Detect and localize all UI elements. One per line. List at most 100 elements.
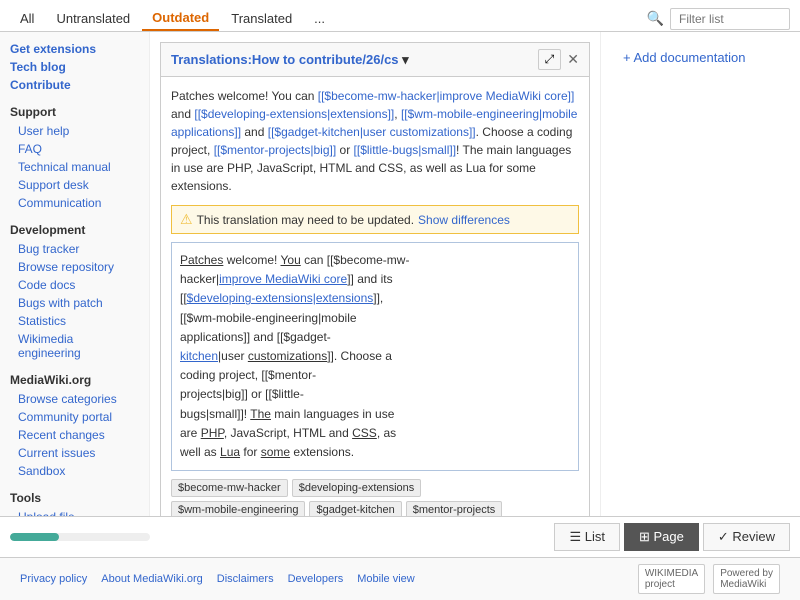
update-notice-text: This translation may need to be updated. — [197, 213, 414, 227]
app-layout: All Untranslated Outdated Translated ...… — [0, 0, 800, 600]
sidebar-title-mediawiki: MediaWiki.org — [0, 370, 149, 390]
modal-title: Translations:How to contribute/26/cs ▾ — [171, 52, 409, 68]
page-view-tab[interactable]: ⊞ Page — [624, 523, 699, 551]
sidebar-item-faq[interactable]: FAQ — [0, 140, 149, 158]
link-little-bugs[interactable]: [[$little-bugs|small]] — [354, 143, 457, 157]
sidebar-section-top: Get extensions Tech blog Contribute — [0, 40, 149, 94]
sidebar-item-recent-changes[interactable]: Recent changes — [0, 426, 149, 444]
footer-logos: WIKIMEDIAproject Powered byMediaWiki — [638, 564, 780, 594]
improve-link[interactable]: improve MediaWiki core — [219, 272, 347, 286]
footer: Privacy policy About MediaWiki.org Discl… — [0, 557, 800, 600]
show-differences-link[interactable]: Show differences — [418, 213, 510, 227]
bottom-bar: ☰ List ⊞ Page ✓ Review — [0, 516, 800, 557]
tab-more[interactable]: ... — [304, 7, 335, 30]
php-word: PHP — [201, 426, 224, 440]
lua-word: Lua — [220, 445, 240, 459]
sidebar-item-tech-blog[interactable]: Tech blog — [0, 58, 149, 76]
sidebar-section-mediawiki: MediaWiki.org Browse categories Communit… — [0, 370, 149, 480]
sidebar-item-technical-manual[interactable]: Technical manual — [0, 158, 149, 176]
and-word3: and — [329, 426, 349, 440]
sidebar-item-current-issues[interactable]: Current issues — [0, 444, 149, 462]
sidebar-item-user-help[interactable]: User help — [0, 122, 149, 140]
link-mentor-projects[interactable]: [[$mentor-projects|big]] — [214, 143, 337, 157]
tags-row-1: $become-mw-hacker $developing-extensions — [171, 479, 579, 497]
tab-outdated[interactable]: Outdated — [142, 6, 219, 31]
sidebar-item-bugs-with-patch[interactable]: Bugs with patch — [0, 294, 149, 312]
modal-title-link[interactable]: Translations:How to contribute/26/cs — [171, 52, 399, 67]
sidebar-item-get-extensions[interactable]: Get extensions — [0, 40, 149, 58]
right-panel: + Add documentation — [600, 32, 800, 516]
tag-mentor-projects[interactable]: $mentor-projects — [406, 501, 503, 516]
list-view-tab[interactable]: ☰ List — [554, 523, 620, 551]
link-gadget-kitchen[interactable]: [[$gadget-kitchen|user customizations]] — [268, 125, 476, 139]
search-icon[interactable]: 🔍 — [647, 10, 664, 27]
footer-privacy-policy[interactable]: Privacy policy — [20, 573, 87, 585]
some-word: some — [261, 445, 290, 459]
sidebar-item-bug-tracker[interactable]: Bug tracker — [0, 240, 149, 258]
footer-disclaimers[interactable]: Disclaimers — [217, 573, 274, 585]
sidebar-section-development: Development Bug tracker Browse repositor… — [0, 220, 149, 362]
sidebar-item-communication[interactable]: Communication — [0, 194, 149, 212]
link-developing-extensions[interactable]: [[$developing-extensions|extensions]] — [194, 107, 394, 121]
translation-modal: Translations:How to contribute/26/cs ▾ ⤢… — [160, 42, 590, 516]
modal-body: Patches welcome! You can [[$become-mw-ha… — [161, 77, 589, 516]
tab-all[interactable]: All — [10, 7, 44, 30]
tag-gadget-kitchen[interactable]: $gadget-kitchen — [309, 501, 401, 516]
sidebar-title-support: Support — [0, 102, 149, 122]
source-text: Patches welcome! You can [[$become-mw-ha… — [171, 87, 579, 195]
css-word: CSS — [352, 426, 377, 440]
update-notice: ⚠ This translation may need to be update… — [171, 205, 579, 234]
footer-developers[interactable]: Developers — [288, 573, 344, 585]
sidebar-item-support-desk[interactable]: Support desk — [0, 176, 149, 194]
modal-controls: ⤢ ✕ — [538, 49, 579, 70]
the-word: The — [250, 407, 271, 421]
modal-expand-button[interactable]: ⤢ — [538, 49, 562, 70]
customizations-word: customizations — [248, 349, 327, 363]
sidebar-item-code-docs[interactable]: Code docs — [0, 276, 149, 294]
tag-become-mw-hacker[interactable]: $become-mw-hacker — [171, 479, 288, 497]
sidebar-item-statistics[interactable]: Statistics — [0, 312, 149, 330]
footer-mobile-view[interactable]: Mobile view — [357, 573, 414, 585]
sidebar-title-development: Development — [0, 220, 149, 240]
kitchen-link[interactable]: kitchen — [180, 349, 218, 363]
footer-about[interactable]: About MediaWiki.org — [101, 573, 203, 585]
sidebar-item-wikimedia-engineering[interactable]: Wikimedia engineering — [0, 330, 149, 362]
progress-fill — [10, 533, 59, 541]
mediawiki-logo: Powered byMediaWiki — [713, 564, 780, 594]
sidebar-item-browse-repository[interactable]: Browse repository — [0, 258, 149, 276]
sidebar-section-support: Support User help FAQ Technical manual S… — [0, 102, 149, 212]
link-become-mw-hacker[interactable]: [[$become-mw-hacker|improve MediaWiki co… — [318, 89, 575, 103]
filter-area: 🔍 — [647, 8, 790, 30]
tags-row-2: $wm-mobile-engineering $gadget-kitchen $… — [171, 501, 579, 516]
wikimedia-logo: WIKIMEDIAproject — [638, 564, 705, 594]
sidebar-item-upload-file[interactable]: Upload file — [0, 508, 149, 516]
filter-input[interactable] — [670, 8, 790, 30]
modal-title-arrow: ▾ — [402, 52, 409, 67]
tab-translated[interactable]: Translated — [221, 7, 302, 30]
sidebar-item-browse-categories[interactable]: Browse categories — [0, 390, 149, 408]
add-documentation-area: + Add documentation — [611, 42, 790, 73]
translation-box[interactable]: Patches welcome! You can [[$become-mw- h… — [171, 242, 579, 471]
modal-header: Translations:How to contribute/26/cs ▾ ⤢… — [161, 43, 589, 77]
tag-wm-mobile-engineering[interactable]: $wm-mobile-engineering — [171, 501, 305, 516]
add-documentation-link[interactable]: + Add documentation — [623, 50, 746, 65]
sidebar-item-contribute[interactable]: Contribute — [0, 76, 149, 94]
sidebar-item-community-portal[interactable]: Community portal — [0, 408, 149, 426]
tag-developing-extensions[interactable]: $developing-extensions — [292, 479, 422, 497]
and-word2: and — [253, 330, 273, 344]
sidebar: Get extensions Tech blog Contribute Supp… — [0, 32, 150, 516]
patches-word: Patches — [180, 253, 223, 267]
tab-untranslated[interactable]: Untranslated — [46, 7, 140, 30]
review-tab[interactable]: ✓ Review — [703, 523, 790, 551]
notice-icon: ⚠ — [180, 211, 193, 228]
view-tabs: ☰ List ⊞ Page ✓ Review — [554, 523, 790, 551]
developing-extensions-link[interactable]: $developing-extensions|extensions — [187, 291, 374, 305]
modal-close-button[interactable]: ✕ — [567, 51, 579, 68]
progress-container — [10, 533, 554, 541]
progress-bar — [10, 533, 150, 541]
main-area: Get extensions Tech blog Contribute Supp… — [0, 32, 800, 516]
sidebar-title-tools: Tools — [0, 488, 149, 508]
top-tabs-bar: All Untranslated Outdated Translated ...… — [0, 0, 800, 32]
sidebar-item-sandbox[interactable]: Sandbox — [0, 462, 149, 480]
content-area: Translations:How to contribute/26/cs ▾ ⤢… — [150, 32, 600, 516]
